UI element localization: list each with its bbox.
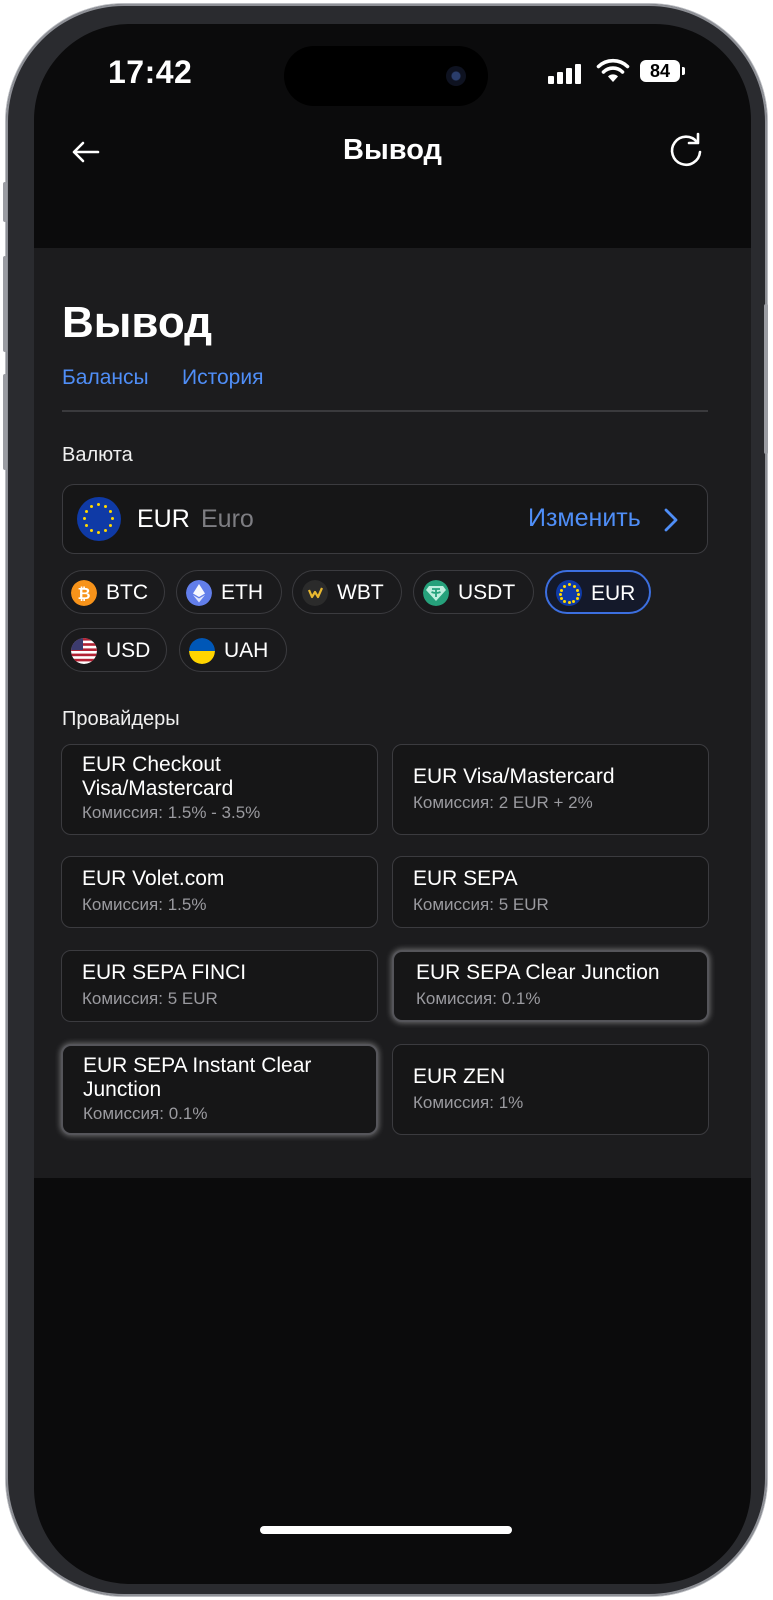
tabs-divider — [62, 410, 708, 412]
refresh-icon[interactable] — [664, 130, 708, 174]
selected-currency-name: Euro — [201, 505, 254, 533]
volume-up-button — [3, 256, 7, 352]
volume-down-button — [3, 374, 7, 470]
chip-eur[interactable]: EUR — [545, 570, 651, 614]
provider-title: EUR SEPA FINCI — [82, 961, 247, 984]
chip-label: ETH — [221, 581, 263, 604]
chip-wbt[interactable]: WBT — [292, 570, 402, 614]
chip-eth[interactable]: ETH — [176, 570, 282, 614]
provider-title: EUR ZEN — [413, 1065, 506, 1088]
providers-label: Провайдеры — [62, 708, 180, 730]
eu-flag-icon — [556, 580, 582, 606]
provider-title: EUR Checkout — [82, 753, 221, 776]
chip-uah[interactable]: UAH — [179, 628, 287, 672]
provider-card-eur-sepa[interactable]: EUR SEPA Комиссия: 5 EUR — [392, 856, 709, 928]
provider-title-line2: Visa/Mastercard — [82, 777, 234, 800]
tab-history[interactable]: История — [182, 366, 263, 390]
provider-title-line2: Junction — [83, 1078, 162, 1101]
chevron-right-icon — [664, 508, 678, 532]
provider-fee: Комиссия: 1.5% - 3.5% — [82, 803, 261, 822]
provider-card-eur-visa-mastercard[interactable]: EUR Visa/Mastercard Комиссия: 2 EUR + 2% — [392, 744, 709, 835]
dynamic-island — [284, 46, 488, 106]
provider-card-eur-checkout[interactable]: EUR Checkout Visa/Mastercard Комиссия: 1… — [61, 744, 378, 835]
selected-currency-code: EUR — [137, 505, 190, 533]
chip-label: USDT — [458, 581, 516, 604]
top-navbar: Вывод — [34, 124, 751, 184]
provider-card-eur-sepa-finci[interactable]: EUR SEPA FINCI Комиссия: 5 EUR — [61, 950, 378, 1022]
provider-title: EUR SEPA Instant Clear — [83, 1054, 312, 1077]
whitebit-icon — [302, 580, 328, 606]
provider-fee: Комиссия: 2 EUR + 2% — [413, 793, 593, 812]
tab-balances[interactable]: Балансы — [62, 366, 149, 390]
bitcoin-icon: ₿ — [71, 580, 97, 606]
chip-btc[interactable]: ₿ BTC — [61, 570, 165, 614]
us-flag-icon — [71, 638, 97, 664]
chip-label: WBT — [337, 581, 384, 604]
chip-label: BTC — [106, 581, 148, 604]
chip-label: UAH — [224, 639, 269, 662]
screen: 17:42 84 Вывод Вывод Балансы История Вал… — [34, 24, 751, 1584]
withdraw-panel: Вывод Балансы История Валюта EUR Euro Из… — [34, 248, 751, 1178]
change-currency-link[interactable]: Изменить — [528, 504, 641, 533]
currency-label: Валюта — [62, 444, 133, 466]
chip-label: USD — [106, 639, 151, 662]
mute-switch — [3, 182, 7, 222]
provider-fee: Комиссия: 5 EUR — [82, 989, 218, 1008]
battery-indicator: 84 — [640, 60, 685, 82]
wifi-icon — [596, 58, 630, 82]
tether-icon — [423, 580, 449, 606]
provider-title: EUR Volet.com — [82, 867, 225, 890]
chip-usdt[interactable]: USDT — [413, 570, 534, 614]
provider-title: EUR Visa/Mastercard — [413, 765, 615, 788]
page-title: Вывод — [62, 298, 213, 347]
provider-fee: Комиссия: 0.1% — [83, 1104, 208, 1123]
provider-card-eur-sepa-clear-junction[interactable]: EUR SEPA Clear Junction Комиссия: 0.1% — [392, 950, 709, 1022]
provider-card-eur-zen[interactable]: EUR ZEN Комиссия: 1% — [392, 1044, 709, 1135]
currency-selector[interactable]: EUR Euro Изменить — [62, 484, 708, 554]
provider-title: EUR SEPA — [413, 867, 518, 890]
status-time: 17:42 — [108, 54, 193, 90]
camera-icon — [446, 66, 466, 86]
status-bar: 17:42 84 — [34, 24, 751, 124]
svg-text:₿: ₿ — [77, 584, 90, 603]
ethereum-icon — [186, 580, 212, 606]
provider-fee: Комиссия: 1% — [413, 1093, 524, 1112]
provider-title: EUR SEPA Clear Junction — [416, 961, 660, 984]
phone-frame: 17:42 84 Вывод Вывод Балансы История Вал… — [3, 4, 768, 1596]
provider-fee: Комиссия: 1.5% — [82, 895, 207, 914]
provider-card-eur-volet[interactable]: EUR Volet.com Комиссия: 1.5% — [61, 856, 378, 928]
home-indicator[interactable] — [260, 1526, 512, 1534]
eu-flag-icon — [77, 497, 121, 541]
power-button — [764, 304, 768, 454]
ukraine-flag-icon — [189, 638, 215, 664]
provider-fee: Комиссия: 0.1% — [416, 989, 541, 1008]
provider-card-eur-sepa-instant-clear-junction[interactable]: EUR SEPA Instant Clear Junction Комиссия… — [61, 1044, 378, 1135]
provider-fee: Комиссия: 5 EUR — [413, 895, 549, 914]
navbar-title: Вывод — [343, 134, 442, 166]
chip-label: EUR — [591, 582, 636, 605]
chip-usd[interactable]: USD — [61, 628, 167, 672]
